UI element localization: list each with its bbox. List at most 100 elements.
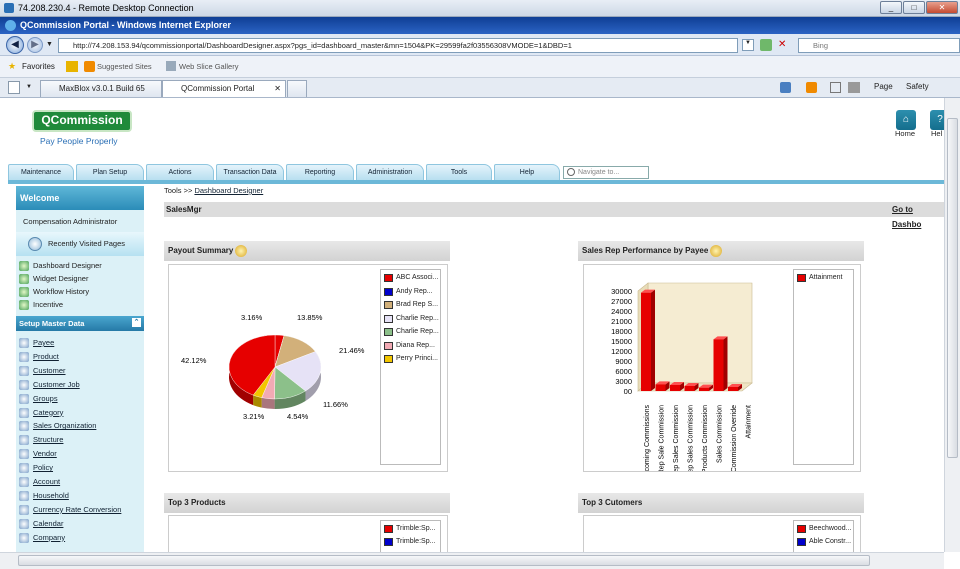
collapse-section-icon[interactable]: ⌃ xyxy=(132,318,141,327)
page-icon xyxy=(19,300,29,310)
setup-item-product[interactable]: Product xyxy=(19,351,59,363)
setup-item-calendar[interactable]: Calendar xyxy=(19,518,63,530)
forward-icon[interactable]: ▶ xyxy=(27,37,43,53)
legend-item: Andy Rep... xyxy=(384,287,433,297)
setup-item-label: Currency Rate Conversion xyxy=(33,504,122,514)
setup-item-account[interactable]: Account xyxy=(19,476,60,488)
bar-legend: Attainment xyxy=(793,269,854,465)
web-slice-gallery-link[interactable]: Web Slice Gallery xyxy=(179,62,238,71)
gear-icon[interactable] xyxy=(710,244,723,257)
setup-item-payee[interactable]: Payee xyxy=(19,337,54,349)
setup-item-label: Groups xyxy=(33,393,58,403)
tab-qcommission[interactable]: QCommission Portal ✕ xyxy=(162,80,286,97)
item-icon xyxy=(19,532,29,543)
nav-actions[interactable]: Actions xyxy=(146,164,214,180)
home-icon[interactable] xyxy=(780,82,791,93)
search-input[interactable]: Bing xyxy=(798,38,960,53)
navigate-input[interactable]: Navigate to... xyxy=(563,166,649,179)
setup-item-vendor[interactable]: Vendor xyxy=(19,448,57,460)
nav-administration[interactable]: Administration xyxy=(356,164,424,180)
vertical-scroll-thumb[interactable] xyxy=(947,118,958,458)
rdp-close-button[interactable]: ✕ xyxy=(926,1,958,14)
rdp-icon xyxy=(4,3,14,13)
home-icon[interactable]: ⌂ xyxy=(896,110,916,130)
goto-dashboard-link[interactable]: Go to Dashbo xyxy=(892,202,944,232)
mail-icon[interactable] xyxy=(830,82,841,93)
refresh-icon[interactable] xyxy=(760,39,772,51)
help-label[interactable]: Hel xyxy=(931,129,942,138)
y-tick-label: 9000 xyxy=(615,357,632,366)
item-icon xyxy=(19,351,29,362)
suggested-sites-icon xyxy=(84,61,95,72)
nav-help[interactable]: Help xyxy=(494,164,560,180)
add-favorite-icon[interactable] xyxy=(66,61,78,72)
home-label[interactable]: Home xyxy=(895,129,915,138)
feeds-icon[interactable] xyxy=(806,82,817,93)
bar[interactable] xyxy=(684,386,695,391)
history-dropdown-icon[interactable]: ▼ xyxy=(46,41,53,48)
url-dropdown-icon[interactable]: ▼ xyxy=(742,39,754,51)
y-tick-label: 24000 xyxy=(611,307,632,316)
legend-swatch xyxy=(384,328,393,336)
print-icon[interactable] xyxy=(848,82,860,93)
url-input[interactable]: http://74.208.153.94/qcommissionportal/D… xyxy=(58,38,738,53)
setup-item-category[interactable]: Category xyxy=(19,407,63,419)
stop-icon[interactable]: ✕ xyxy=(778,39,790,51)
breadcrumb-link[interactable]: Dashboard Designer xyxy=(194,186,263,195)
new-tab-button[interactable] xyxy=(287,80,307,97)
recent-item-workflow-history[interactable]: Workflow History xyxy=(19,286,89,298)
bar[interactable] xyxy=(670,385,680,391)
bar[interactable] xyxy=(699,387,709,391)
bar[interactable] xyxy=(713,339,724,391)
tab-maxblox[interactable]: MaxBlox v3.0.1 Build 65 xyxy=(40,80,162,97)
recent-item-label: Widget Designer xyxy=(33,274,89,283)
setup-item-sales-organization[interactable]: Sales Organization xyxy=(19,420,96,432)
legend-label: Trimble:Sp... xyxy=(396,525,436,532)
back-icon[interactable]: ◀ xyxy=(6,36,24,54)
welcome-header: Welcome xyxy=(16,186,144,210)
recent-item-widget-designer[interactable]: Widget Designer xyxy=(19,273,88,285)
pie-data-label: 42.12% xyxy=(181,356,207,365)
setup-item-groups[interactable]: Groups xyxy=(19,393,58,405)
bar[interactable] xyxy=(728,387,738,391)
nav-reporting[interactable]: Reporting xyxy=(286,164,354,180)
suggested-sites-link[interactable]: Suggested Sites xyxy=(97,62,152,71)
rdp-maximize-button[interactable]: □ xyxy=(903,1,925,14)
item-icon xyxy=(19,504,29,515)
horizontal-scrollbar[interactable] xyxy=(0,552,944,569)
setup-item-company[interactable]: Company xyxy=(19,532,65,544)
nav-transaction-data[interactable]: Transaction Data xyxy=(216,164,284,180)
setup-item-customer[interactable]: Customer xyxy=(19,365,66,377)
nav-tools[interactable]: Tools xyxy=(426,164,492,180)
recent-item-dashboard-designer[interactable]: Dashboard Designer xyxy=(19,260,102,272)
legend-swatch xyxy=(384,314,393,323)
setup-item-structure[interactable]: Structure xyxy=(19,434,63,446)
rdp-minimize-button[interactable]: _ xyxy=(880,1,902,14)
gear-icon[interactable] xyxy=(235,244,248,257)
setup-item-customer-job[interactable]: Customer Job xyxy=(19,379,80,391)
help-icon[interactable]: ? xyxy=(930,110,944,130)
recent-item-incentive[interactable]: Incentive xyxy=(19,299,63,311)
qcommission-logo[interactable]: QCommission xyxy=(32,110,132,132)
tab-list-icon[interactable]: ▼ xyxy=(26,81,36,94)
close-tab-icon[interactable]: ✕ xyxy=(274,81,281,96)
bar[interactable] xyxy=(641,292,651,391)
bar[interactable] xyxy=(655,384,666,391)
vertical-scrollbar[interactable] xyxy=(944,98,960,552)
favorites-button[interactable]: Favorites xyxy=(22,62,55,71)
horizontal-scroll-thumb[interactable] xyxy=(18,555,870,566)
page-menu[interactable]: Page xyxy=(874,82,893,91)
y-tick-label: 6000 xyxy=(615,367,632,376)
setup-item-label: Customer xyxy=(33,365,66,375)
setup-master-data-header[interactable]: Setup Master Data ⌃ xyxy=(16,316,144,331)
nav-plan-setup[interactable]: Plan Setup xyxy=(76,164,144,180)
safety-menu[interactable]: Safety xyxy=(906,82,929,91)
quick-tabs-icon[interactable] xyxy=(8,81,20,94)
nav-maintenance[interactable]: Maintenance xyxy=(8,164,74,180)
setup-item-household[interactable]: Household xyxy=(19,490,69,502)
recent-pages-header[interactable]: Recently Visited Pages xyxy=(16,232,144,256)
legend-item: Trimble:Sp... xyxy=(384,537,435,547)
setup-item-label: Sales Organization xyxy=(33,421,97,431)
setup-item-policy[interactable]: Policy xyxy=(19,462,53,474)
setup-item-currency-rate-conversion[interactable]: Currency Rate Conversion xyxy=(19,504,121,516)
